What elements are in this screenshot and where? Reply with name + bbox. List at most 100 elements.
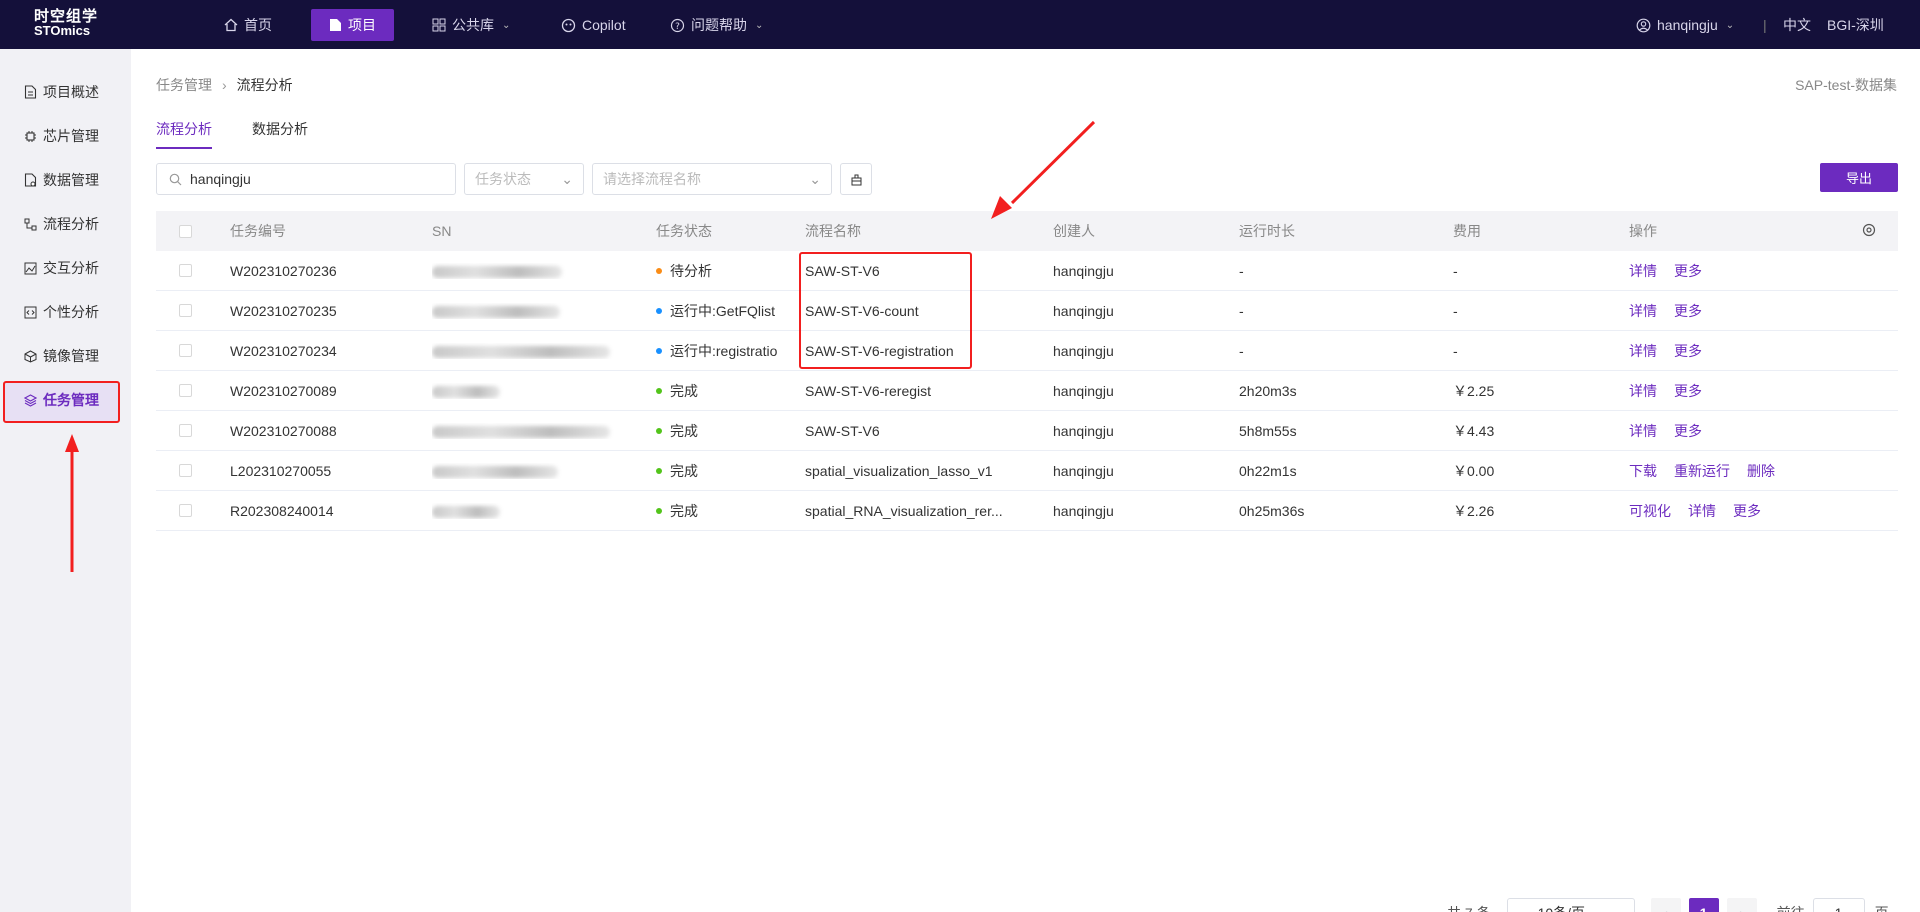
row-actions: 详情 更多 xyxy=(1629,301,1719,321)
more-link[interactable]: 更多 xyxy=(1674,261,1702,281)
status-cell: 完成 xyxy=(656,501,796,521)
status-select[interactable]: 任务状态 ⌄ xyxy=(464,163,584,195)
table-row[interactable]: W202310270088 完成 SAW-ST-V6 hanqingju 5h8… xyxy=(156,411,1898,451)
region-switch[interactable]: BGI-深圳 xyxy=(1827,9,1884,41)
status-cell: 待分析 xyxy=(656,261,796,281)
project-name: SAP-test-数据集 xyxy=(1795,77,1897,93)
sidebar-item-image[interactable]: 镜像管理 xyxy=(24,346,99,366)
next-page-button[interactable]: › xyxy=(1726,898,1757,912)
export-button[interactable]: 导出 xyxy=(1820,163,1898,192)
status-cell: 运行中:GetFQlist xyxy=(656,301,796,321)
fee: - xyxy=(1453,262,1458,279)
page-suffix: 页 xyxy=(1875,903,1889,912)
table-row[interactable]: W202310270236 待分析 SAW-ST-V6 hanqingju - … xyxy=(156,251,1898,291)
row-checkbox[interactable] xyxy=(179,384,192,397)
chevron-down-icon: ⌄ xyxy=(1610,905,1622,912)
sn-redacted xyxy=(432,263,632,279)
goto-page-input[interactable]: 1 xyxy=(1812,898,1865,912)
status-dot xyxy=(656,347,662,354)
row-actions: 详情 更多 xyxy=(1629,381,1719,401)
table-row[interactable]: W202310270089 完成 SAW-ST-V6-reregist hanq… xyxy=(156,371,1898,411)
sidebar-item-chip[interactable]: 芯片管理 xyxy=(24,126,99,146)
sidebar-item-flow[interactable]: 流程分析 xyxy=(24,214,99,234)
more-link[interactable]: 更多 xyxy=(1674,381,1702,401)
tab-flow-analysis[interactable]: 流程分析 xyxy=(156,119,212,149)
user-menu[interactable]: hanqingju ⌄ xyxy=(1636,9,1734,41)
details-link[interactable]: 详情 xyxy=(1629,301,1657,321)
sidebar-item-custom[interactable]: 个性分析 xyxy=(24,302,99,322)
table-row[interactable]: W202310270234 运行中:registratio SAW-ST-V6-… xyxy=(156,331,1898,371)
nav-copilot-label: Copilot xyxy=(582,17,626,33)
table-row[interactable]: L202310270055 完成 spatial_visualization_l… xyxy=(156,451,1898,491)
row-checkbox[interactable] xyxy=(179,424,192,437)
status-dot xyxy=(656,427,662,434)
task-table: 任务编号 SN 任务状态 流程名称 创建人 运行时长 费用 操作 W202310… xyxy=(156,211,1898,531)
header-ops: 操作 xyxy=(1629,223,1657,239)
visualize-link[interactable]: 可视化 xyxy=(1629,501,1671,521)
clear-filter-button[interactable] xyxy=(840,163,872,195)
sidebar-item-task[interactable]: 任务管理 xyxy=(24,390,99,410)
nav-project-label: 项目 xyxy=(348,17,376,33)
page-number-current[interactable]: 1 xyxy=(1688,898,1719,912)
select-all-checkbox[interactable] xyxy=(179,224,192,238)
filter-bar: hanqingju 任务状态 ⌄ 请选择流程名称 ⌄ xyxy=(156,163,872,195)
sidebar-item-data[interactable]: 数据管理 xyxy=(24,170,99,190)
details-link[interactable]: 详情 xyxy=(1629,261,1657,281)
nav-library[interactable]: 公共库 ⌄ xyxy=(432,9,510,41)
sidebar-item-interactive[interactable]: 交互分析 xyxy=(24,258,99,278)
table-row[interactable]: R202308240014 完成 spatial_RNA_visualizati… xyxy=(156,491,1898,531)
sidebar-item-overview[interactable]: 项目概述 xyxy=(24,82,99,102)
download-link[interactable]: 下载 xyxy=(1629,461,1657,481)
more-link[interactable]: 更多 xyxy=(1674,341,1702,361)
status-text: 运行中:GetFQlist xyxy=(670,302,776,319)
creator: hanqingju xyxy=(1053,502,1114,519)
nav-copilot[interactable]: Copilot xyxy=(561,9,626,41)
header-duration: 运行时长 xyxy=(1239,223,1295,239)
username: hanqingju xyxy=(1657,17,1718,33)
row-checkbox[interactable] xyxy=(179,344,192,357)
search-input[interactable]: hanqingju xyxy=(156,163,456,195)
duration: - xyxy=(1239,302,1244,319)
tab-data-analysis[interactable]: 数据分析 xyxy=(252,119,308,149)
header-status: 任务状态 xyxy=(656,223,712,239)
details-link[interactable]: 详情 xyxy=(1629,381,1657,401)
more-link[interactable]: 更多 xyxy=(1674,301,1702,321)
header-creator: 创建人 xyxy=(1053,223,1095,239)
flow-name: spatial_RNA_visualization_rer... xyxy=(805,502,1003,519)
more-link[interactable]: 更多 xyxy=(1674,421,1702,441)
sn-redacted xyxy=(432,423,632,439)
task-id: W202310270088 xyxy=(230,422,337,439)
rerun-link[interactable]: 重新运行 xyxy=(1674,461,1730,481)
prev-page-button[interactable]: ‹ xyxy=(1650,898,1681,912)
flow-select[interactable]: 请选择流程名称 ⌄ xyxy=(592,163,832,195)
stomics-logo[interactable]: 时空组学 STOmics xyxy=(34,9,104,38)
chevron-down-icon: ⌄ xyxy=(502,19,511,31)
table-row[interactable]: W202310270235 运行中:GetFQlist SAW-ST-V6-co… xyxy=(156,291,1898,331)
total-count: 共 7 条 xyxy=(1447,903,1491,912)
page-size-select[interactable]: 10条/页 ⌄ xyxy=(1506,898,1635,912)
breadcrumb-parent[interactable]: 任务管理 xyxy=(156,75,212,95)
flow-name: spatial_visualization_lasso_v1 xyxy=(805,462,993,479)
row-checkbox[interactable] xyxy=(179,264,192,277)
goto-label: 前往 xyxy=(1777,903,1805,912)
nav-home[interactable]: 首页 xyxy=(224,9,272,41)
sidebar-item-label: 数据管理 xyxy=(43,172,99,188)
status-text: 完成 xyxy=(670,502,698,519)
task-id: L202310270055 xyxy=(230,462,332,479)
nav-help[interactable]: ? 问题帮助 ⌄ xyxy=(670,9,763,41)
row-checkbox[interactable] xyxy=(179,304,192,317)
details-link[interactable]: 详情 xyxy=(1688,501,1716,521)
gear-icon[interactable] xyxy=(1862,223,1876,240)
language-switch[interactable]: 中文 xyxy=(1783,9,1811,41)
sidebar-item-label: 个性分析 xyxy=(43,304,99,320)
nav-project[interactable]: 项目 xyxy=(311,9,394,41)
row-checkbox[interactable] xyxy=(179,504,192,517)
status-cell: 完成 xyxy=(656,421,796,441)
details-link[interactable]: 详情 xyxy=(1629,421,1657,441)
more-link[interactable]: 更多 xyxy=(1733,501,1761,521)
sn-redacted xyxy=(432,303,632,319)
row-checkbox[interactable] xyxy=(179,464,192,477)
details-link[interactable]: 详情 xyxy=(1629,341,1657,361)
delete-link[interactable]: 删除 xyxy=(1747,461,1775,481)
tabs: 流程分析 数据分析 xyxy=(156,119,348,149)
